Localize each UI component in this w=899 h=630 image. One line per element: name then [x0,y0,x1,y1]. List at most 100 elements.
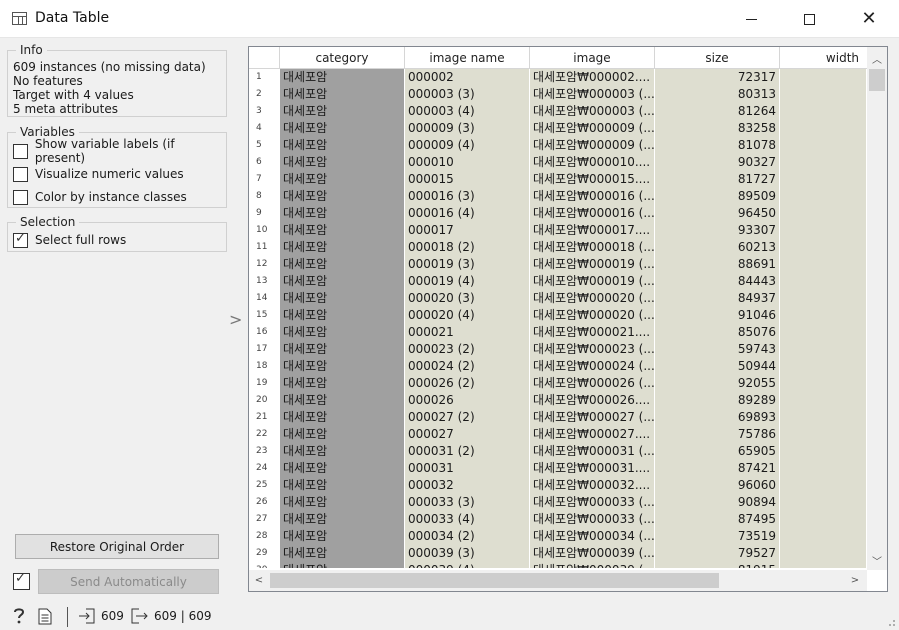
row-number[interactable]: 10 [249,222,279,239]
category-cell[interactable]: 대세포암 [280,103,404,120]
image-cell[interactable]: 대세포암₩000027.... [530,426,654,443]
maximize-button[interactable] [780,0,838,38]
checkbox-box[interactable] [13,189,28,205]
size-cell[interactable]: 87495 [655,511,779,528]
width-cell[interactable] [780,460,866,477]
table-row[interactable]: 10 대세포암 000017 대세포암₩000017.... 93307 [249,222,866,239]
send-automatically-checkbox[interactable] [13,571,37,590]
width-cell[interactable] [780,392,866,409]
size-cell[interactable]: 73519 [655,528,779,545]
image-cell[interactable]: 대세포암₩000019 (... [530,256,654,273]
image-name-cell[interactable]: 000016 (3) [405,188,529,205]
table-row[interactable]: 15 대세포암 000020 (4) 대세포암₩000020 (... 91046 [249,307,866,324]
vertical-scrollbar[interactable]: ︿ ﹀ [867,47,887,570]
table-row[interactable]: 23 대세포암 000031 (2) 대세포암₩000031 (... 65905 [249,443,866,460]
image-name-cell[interactable]: 000027 [405,426,529,443]
checkbox-box[interactable] [13,166,28,182]
width-cell[interactable] [780,256,866,273]
image-name-cell[interactable]: 000019 (4) [405,273,529,290]
width-cell[interactable] [780,205,866,222]
visualize-numeric-checkbox[interactable]: Visualize numeric values [13,165,184,183]
size-cell[interactable]: 88691 [655,256,779,273]
image-cell[interactable]: 대세포암₩000016 (... [530,188,654,205]
checkbox-box[interactable] [13,571,30,590]
category-cell[interactable]: 대세포암 [280,392,404,409]
category-cell[interactable]: 대세포암 [280,511,404,528]
width-cell[interactable] [780,324,866,341]
table-row[interactable]: 1 대세포암 000002 대세포암₩000002.... 72317 [249,69,866,86]
close-button[interactable]: ✕ [840,0,898,38]
image-name-cell[interactable]: 000003 (4) [405,103,529,120]
image-name-cell[interactable]: 000010 [405,154,529,171]
category-cell[interactable]: 대세포암 [280,239,404,256]
width-cell[interactable] [780,120,866,137]
table-row[interactable]: 7 대세포암 000015 대세포암₩000015.... 81727 [249,171,866,188]
size-cell[interactable]: 81915 [655,562,779,568]
row-number[interactable]: 20 [249,392,279,409]
image-name-cell[interactable]: 000020 (4) [405,307,529,324]
image-cell[interactable]: 대세포암₩000021.... [530,324,654,341]
category-cell[interactable]: 대세포암 [280,528,404,545]
image-name-cell[interactable]: 000033 (3) [405,494,529,511]
row-number[interactable]: 7 [249,171,279,188]
width-cell[interactable] [780,307,866,324]
width-cell[interactable] [780,477,866,494]
image-cell[interactable]: 대세포암₩000020 (... [530,307,654,324]
row-number[interactable]: 28 [249,528,279,545]
width-cell[interactable] [780,528,866,545]
image-name-cell[interactable]: 000023 (2) [405,341,529,358]
row-number[interactable]: 11 [249,239,279,256]
image-cell[interactable]: 대세포암₩000009 (... [530,120,654,137]
table-row[interactable]: 20 대세포암 000026 대세포암₩000026.... 89289 [249,392,866,409]
category-cell[interactable]: 대세포암 [280,324,404,341]
image-name-cell[interactable]: 000016 (4) [405,205,529,222]
image-name-cell[interactable]: 000026 (2) [405,375,529,392]
size-cell[interactable]: 72317 [655,69,779,86]
table-row[interactable]: 29 대세포암 000039 (3) 대세포암₩000039 (... 79527 [249,545,866,562]
table-row[interactable]: 6 대세포암 000010 대세포암₩000010.... 90327 [249,154,866,171]
table-row[interactable]: 4 대세포암 000009 (3) 대세포암₩000009 (... 83258 [249,120,866,137]
column-header[interactable]: size [655,47,780,69]
column-header[interactable]: width [780,47,867,69]
size-cell[interactable]: 81078 [655,137,779,154]
size-cell[interactable]: 93307 [655,222,779,239]
category-cell[interactable]: 대세포암 [280,358,404,375]
width-cell[interactable] [780,188,866,205]
size-cell[interactable]: 75786 [655,426,779,443]
row-number[interactable]: 4 [249,120,279,137]
image-cell[interactable]: 대세포암₩000020 (... [530,290,654,307]
image-name-cell[interactable]: 000026 [405,392,529,409]
restore-original-order-button[interactable]: Restore Original Order [15,534,219,559]
row-number[interactable]: 26 [249,494,279,511]
category-cell[interactable]: 대세포암 [280,256,404,273]
row-number[interactable]: 29 [249,545,279,562]
table-row[interactable]: 8 대세포암 000016 (3) 대세포암₩000016 (... 89509 [249,188,866,205]
row-number[interactable]: 15 [249,307,279,324]
image-cell[interactable]: 대세포암₩000019 (... [530,273,654,290]
width-cell[interactable] [780,154,866,171]
row-number[interactable]: 30 [249,562,279,568]
table-row[interactable]: 27 대세포암 000033 (4) 대세포암₩000033 (... 87495 [249,511,866,528]
category-cell[interactable]: 대세포암 [280,120,404,137]
category-cell[interactable]: 대세포암 [280,154,404,171]
select-full-rows-checkbox[interactable]: Select full rows [13,231,126,249]
row-number[interactable]: 8 [249,188,279,205]
scroll-right-icon[interactable]: > [845,570,865,591]
row-number[interactable]: 9 [249,205,279,222]
category-cell[interactable]: 대세포암 [280,545,404,562]
image-cell[interactable]: 대세포암₩000026.... [530,392,654,409]
image-cell[interactable]: 대세포암₩000015.... [530,171,654,188]
size-cell[interactable]: 59743 [655,341,779,358]
width-cell[interactable] [780,171,866,188]
category-cell[interactable]: 대세포암 [280,341,404,358]
image-name-cell[interactable]: 000018 (2) [405,239,529,256]
width-cell[interactable] [780,222,866,239]
table-row[interactable]: 30대세포암000039 (4)대세포암₩000039 (...81915 [249,562,866,568]
size-cell[interactable]: 80313 [655,86,779,103]
category-cell[interactable]: 대세포암 [280,494,404,511]
row-number[interactable]: 17 [249,341,279,358]
image-cell[interactable]: 대세포암₩000031 (... [530,443,654,460]
image-name-cell[interactable]: 000019 (3) [405,256,529,273]
row-number[interactable]: 14 [249,290,279,307]
size-cell[interactable]: 90894 [655,494,779,511]
